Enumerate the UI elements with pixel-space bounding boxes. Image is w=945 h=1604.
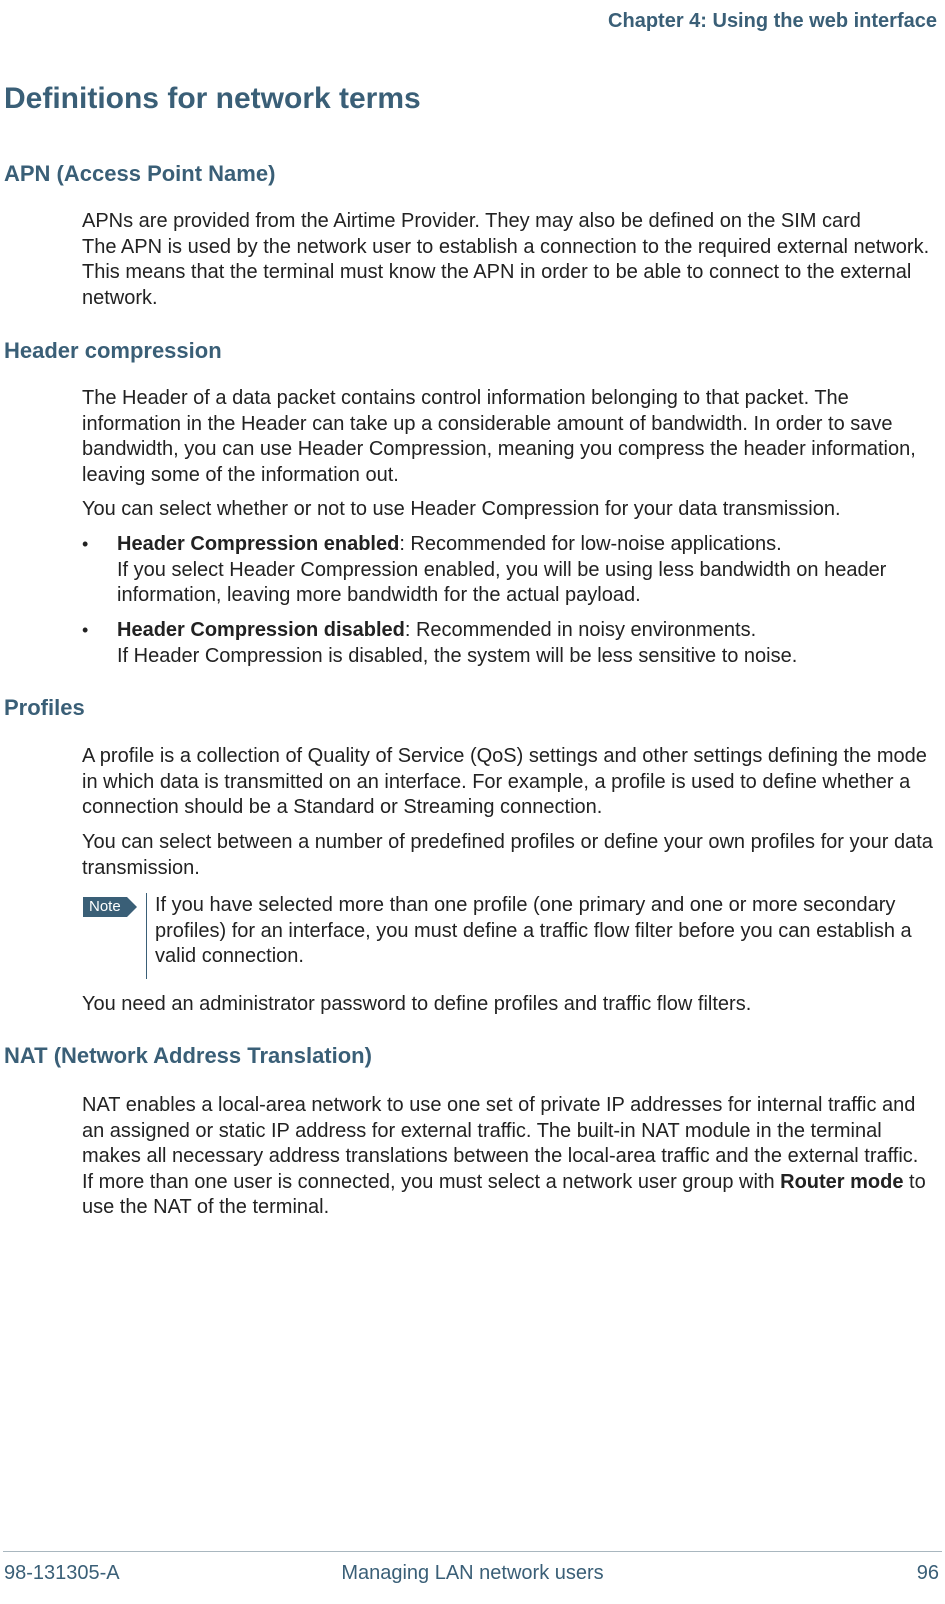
footer-page-number: 96: [917, 1562, 939, 1585]
arrow-right-icon: [127, 897, 137, 917]
note-text: If you have selected more than one profi…: [155, 893, 939, 976]
note-block: Note If you have selected more than one …: [83, 893, 939, 979]
profiles-paragraph-2: You can select between a number of prede…: [82, 830, 939, 881]
text-bold: Header Compression disabled: [117, 619, 405, 641]
hc-bullet-2: • Header Compression disabled: Recommend…: [82, 618, 939, 669]
section-heading-header-compression: Header compression: [4, 338, 222, 364]
text: : Recommended for low-noise applications…: [399, 533, 781, 555]
text: NAT enables a local-area network to use …: [82, 1094, 918, 1167]
text-bold: Header Compression enabled: [117, 533, 399, 555]
section-heading-nat: NAT (Network Address Translation): [4, 1043, 372, 1069]
section-heading-apn: APN (Access Point Name): [4, 161, 275, 187]
hc-paragraph-2: You can select whether or not to use Hea…: [82, 497, 939, 523]
text: If more than one user is connected, you …: [82, 1171, 780, 1193]
section-heading-profiles: Profiles: [4, 695, 85, 721]
profiles-paragraph-3: You need an administrator password to de…: [82, 992, 939, 1018]
text: The APN is used by the network user to e…: [82, 236, 929, 309]
text: APNs are provided from the Airtime Provi…: [82, 210, 861, 232]
text-bold: Router mode: [780, 1171, 903, 1193]
text: : Recommended in noisy environments.: [405, 619, 756, 641]
note-label: Note: [83, 897, 127, 917]
text: If you select Header Compression enabled…: [117, 559, 886, 607]
profiles-paragraph-1: A profile is a collection of Quality of …: [82, 744, 939, 821]
nat-paragraph: NAT enables a local-area network to use …: [82, 1093, 939, 1221]
text: If Header Compression is disabled, the s…: [117, 645, 797, 667]
apn-paragraph: APNs are provided from the Airtime Provi…: [82, 209, 939, 311]
bullet-icon: •: [82, 619, 104, 642]
divider: [146, 893, 147, 979]
hc-paragraph-1: The Header of a data packet contains con…: [82, 386, 939, 488]
divider: [3, 1551, 942, 1552]
page-title: Definitions for network terms: [4, 82, 421, 116]
hc-bullet-1: • Header Compression enabled: Recommende…: [82, 532, 939, 609]
chapter-header: Chapter 4: Using the web interface: [608, 10, 937, 33]
note-badge: Note: [83, 897, 137, 917]
footer-section-title: Managing LAN network users: [0, 1562, 945, 1585]
document-page: Chapter 4: Using the web interface Defin…: [0, 0, 945, 1604]
bullet-icon: •: [82, 533, 104, 556]
